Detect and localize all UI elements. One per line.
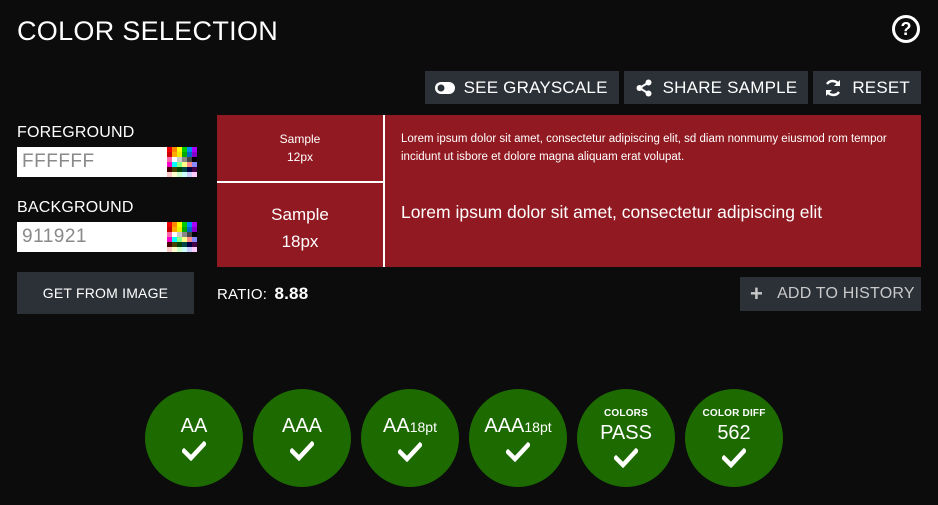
sample-12px-label: Sample 12px — [217, 130, 383, 166]
reset-label: RESET — [852, 77, 910, 97]
badge-label: AA18pt — [383, 414, 437, 437]
reset-button[interactable]: RESET — [813, 71, 921, 104]
foreground-label: FOREGROUND — [17, 124, 135, 141]
add-to-history-label: ADD TO HISTORY — [777, 285, 915, 302]
toggle-icon — [434, 78, 455, 98]
checkmark-icon — [182, 441, 206, 461]
foreground-palette-icon[interactable] — [167, 147, 197, 177]
badge-suffix: 18pt — [524, 418, 552, 435]
sample-18px-label: Sample 18px — [217, 201, 383, 255]
badge-label: AAA — [281, 415, 323, 437]
badge-suffix: 18pt — [409, 418, 437, 435]
badge-label: AAA18pt — [484, 414, 552, 437]
result-badge: COLOR DIFF 562 — [685, 389, 783, 487]
badge-caption: COLOR DIFF — [702, 408, 766, 419]
help-button[interactable]: ? — [892, 15, 920, 43]
see-grayscale-label: SEE GRAYSCALE — [463, 77, 608, 97]
badge-label: 562 — [717, 422, 751, 444]
checkmark-icon — [722, 448, 746, 468]
plus-icon: + — [750, 281, 764, 306]
background-hex-input[interactable] — [17, 222, 167, 252]
contrast-ratio: RATIO: 8.88 — [217, 284, 308, 304]
badge-label: AA — [180, 415, 208, 437]
get-from-image-button[interactable]: GET FROM IMAGE — [17, 272, 194, 314]
page-title: COLOR SELECTION — [17, 16, 279, 46]
sample-large-text: Lorem ipsum dolor sit amet, consectetur … — [401, 202, 823, 222]
share-sample-label: SHARE SAMPLE — [662, 77, 798, 97]
share-sample-button[interactable]: SHARE SAMPLE — [623, 71, 809, 104]
divider — [383, 115, 385, 267]
background-label: BACKGROUND — [17, 199, 134, 216]
refresh-icon — [823, 78, 843, 98]
sample-preview: Sample 12px Sample 18px Lorem ipsum dolo… — [217, 115, 921, 267]
result-badge: AA18pt — [361, 389, 459, 487]
ratio-label: RATIO: — [217, 286, 268, 303]
checkmark-icon — [614, 448, 638, 468]
background-palette-icon[interactable] — [167, 222, 197, 252]
share-icon — [634, 78, 654, 98]
question-circle-icon: ? — [900, 18, 912, 39]
toolbar: SEE GRAYSCALE SHARE SAMPLE RESET — [424, 71, 921, 104]
result-badge: AAA — [253, 389, 351, 487]
sample-large-title: Sample — [271, 205, 329, 224]
foreground-hex-input[interactable] — [17, 147, 167, 177]
divider — [217, 181, 384, 183]
result-badge: AAA18pt — [469, 389, 567, 487]
add-to-history-button[interactable]: + ADD TO HISTORY — [740, 277, 921, 311]
badge-label: PASS — [600, 422, 652, 444]
checkmark-icon — [290, 441, 314, 461]
result-badge: AA — [145, 389, 243, 487]
badge-caption: COLORS — [604, 408, 648, 419]
result-badge: COLORS PASS — [577, 389, 675, 487]
checkmark-icon — [398, 441, 422, 462]
sample-small-text: Lorem ipsum dolor sit amet, consectetur … — [401, 133, 887, 163]
ratio-value: 8.88 — [274, 284, 309, 303]
sample-large-size: 18px — [281, 232, 319, 251]
sample-small-size: 12px — [286, 150, 314, 164]
checkmark-icon — [506, 441, 530, 462]
see-grayscale-button[interactable]: SEE GRAYSCALE — [424, 71, 619, 104]
sample-small-title: Sample — [279, 132, 321, 146]
